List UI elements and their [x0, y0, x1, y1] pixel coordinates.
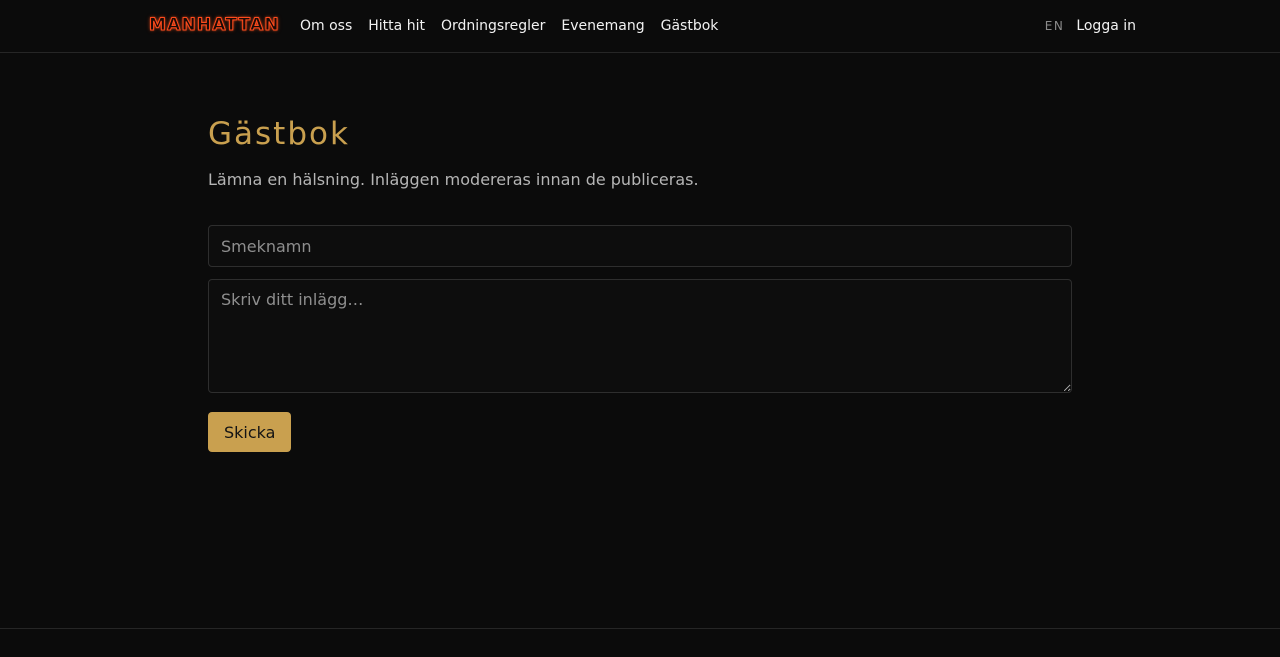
page-subtitle: Lämna en hälsning. Inläggen modereras in… — [208, 170, 699, 189]
main-nav: Om oss Hitta hit Ordningsregler Eveneman… — [300, 17, 718, 35]
submit-button[interactable]: Skicka — [208, 412, 292, 452]
login-link[interactable]: Logga in — [1076, 17, 1136, 35]
top-navbar: MANHATTAN Om oss Hitta hit Ordningsregle… — [0, 0, 1280, 53]
nav-link-hitta-hit[interactable]: Hitta hit — [368, 17, 425, 35]
post-textarea[interactable] — [208, 279, 1072, 393]
brand-logo[interactable]: MANHATTAN — [149, 15, 280, 36]
footer-divider — [0, 628, 1280, 629]
language-switch[interactable]: EN — [1045, 17, 1065, 35]
nav-link-ordningsregler[interactable]: Ordningsregler — [441, 17, 545, 35]
nickname-input[interactable] — [208, 225, 1072, 267]
guestbook-section: Gästbok Lämna en hälsning. Inläggen mode… — [208, 115, 1072, 452]
nav-right-group: EN Logga in — [1045, 17, 1136, 35]
nav-link-om-oss[interactable]: Om oss — [300, 17, 352, 35]
nav-link-gastbok[interactable]: Gästbok — [661, 17, 719, 35]
nav-link-evenemang[interactable]: Evenemang — [561, 17, 644, 35]
page-title: Gästbok — [208, 116, 350, 152]
